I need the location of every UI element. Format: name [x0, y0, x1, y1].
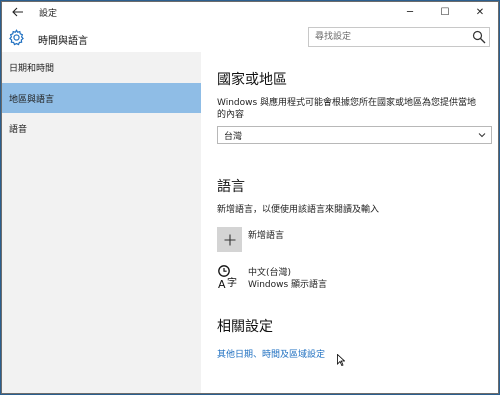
region-selected-value: 台灣	[224, 131, 243, 142]
search-icon[interactable]	[472, 30, 486, 44]
language-section-title: 語言	[217, 179, 245, 195]
chevron-down-icon	[478, 133, 486, 138]
close-button[interactable]: ✕	[465, 2, 495, 22]
minimize-button[interactable]: ─	[395, 2, 425, 22]
region-description-line1: Windows 與應用程式可能會根據您所在國家或地區為您提供當地	[217, 98, 477, 108]
mouse-cursor-icon	[337, 354, 345, 366]
svg-text:字: 字	[227, 276, 237, 289]
page-header: 時間與語言	[2, 22, 498, 52]
maximize-button[interactable]: ☐	[430, 2, 460, 22]
language-description: 新增語言，以便使用該語言來閱讀及輸入	[217, 205, 380, 215]
title-bar: 設定 ─ ☐ ✕	[2, 2, 498, 22]
settings-window: 設定 ─ ☐ ✕ 時間與語言 日期和時間 地區與語言 語音	[1, 1, 499, 394]
back-arrow-icon	[12, 7, 23, 17]
back-button[interactable]	[8, 4, 28, 20]
main-content: 國家或地區 Windows 與應用程式可能會根據您所在國家或地區為您提供當地 的…	[201, 52, 498, 393]
region-section-title: 國家或地區	[217, 72, 287, 88]
plus-icon	[224, 234, 235, 245]
svg-text:A: A	[218, 278, 226, 290]
sidebar-item-label: 地區與語言	[9, 94, 55, 105]
related-settings-title: 相關設定	[217, 319, 273, 335]
installed-language-subtitle: Windows 顯示語言	[248, 280, 328, 290]
sidebar-item-label: 語音	[9, 124, 28, 135]
sidebar-item-label: 日期和時間	[9, 63, 55, 74]
page-title: 時間與語言	[38, 36, 88, 47]
gear-icon	[9, 29, 24, 46]
add-language-label[interactable]: 新增語言	[248, 228, 284, 241]
search-input[interactable]	[309, 28, 471, 46]
add-language-button[interactable]	[217, 227, 242, 252]
additional-date-time-regional-link[interactable]: 其他日期、時間及區域設定	[217, 347, 325, 360]
region-dropdown[interactable]: 台灣	[217, 126, 492, 144]
sidebar: 日期和時間 地區與語言 語音	[2, 52, 201, 393]
region-description-line2: 的內容	[217, 110, 245, 120]
search-box	[308, 27, 490, 47]
sidebar-item-date-time[interactable]: 日期和時間	[2, 52, 201, 82]
sidebar-item-speech[interactable]: 語音	[2, 113, 201, 143]
sidebar-item-region-language[interactable]: 地區與語言	[2, 83, 201, 113]
app-title: 設定	[39, 9, 58, 19]
language-char-icon[interactable]: A 字	[217, 264, 241, 290]
